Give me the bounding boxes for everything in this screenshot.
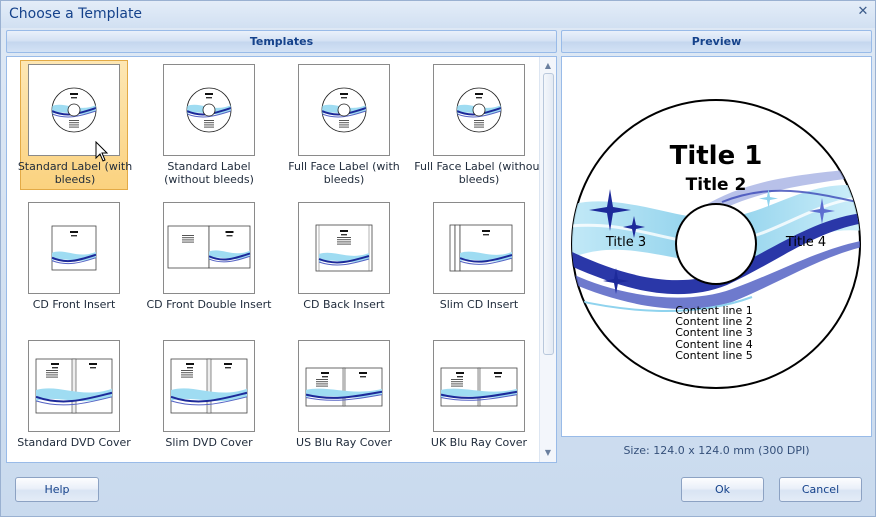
template-label: CD Front Insert [32, 298, 116, 311]
template-thumbnail-image [170, 358, 248, 414]
template-thumbnail-image [321, 87, 367, 133]
template-tile[interactable]: Full Face Label (without bleeds) [414, 60, 544, 190]
close-icon[interactable]: ✕ [856, 5, 870, 19]
template-label: Standard DVD Cover [17, 436, 131, 449]
template-thumbnail-image [51, 225, 97, 271]
template-label: Slim CD Insert [439, 298, 519, 311]
template-label: Full Face Label (with bleeds) [288, 160, 400, 186]
template-thumbnail-image [186, 87, 232, 133]
template-thumbnail-image [456, 87, 502, 133]
content-line: Content line 5 [675, 349, 753, 362]
template-thumbnail [433, 340, 525, 432]
template-tile[interactable]: US Blu Ray Cover [290, 336, 398, 466]
template-tile[interactable]: Standard Label (with bleeds) [18, 60, 132, 190]
template-tile[interactable]: CD Front Double Insert [147, 198, 272, 328]
templates-scrollbar[interactable]: ▲ ▼ [539, 57, 556, 462]
cancel-button[interactable]: Cancel [779, 477, 862, 502]
template-grid: Standard Label (with bleeds) Standard Lab… [7, 57, 544, 462]
template-label: CD Front Double Insert [146, 298, 272, 311]
template-tile[interactable]: Slim DVD Cover [155, 336, 263, 466]
title-bar: Choose a Template ✕ [1, 1, 875, 28]
template-label: UK Blu Ray Cover [430, 436, 528, 449]
templates-header: Templates [6, 30, 557, 53]
preview-panel: Title 1 Title 2 Title 3 Title 4 Content … [561, 56, 872, 437]
template-label: CD Back Insert [303, 298, 385, 311]
template-thumbnail-image [315, 224, 373, 272]
template-tile[interactable]: Full Face Label (with bleeds) [288, 60, 400, 190]
preview-title-2: Title 2 [686, 175, 747, 195]
scroll-up-arrow-icon[interactable]: ▲ [540, 59, 556, 73]
template-thumbnail [433, 202, 525, 294]
template-thumbnail-image [35, 358, 113, 414]
preview-title-1: Title 1 [670, 141, 763, 171]
size-info: Size: 124.0 x 124.0 mm (300 DPI) [623, 444, 810, 457]
template-label: US Blu Ray Cover [296, 436, 392, 449]
template-thumbnail [298, 202, 390, 294]
template-label: Standard Label (without bleeds) [164, 160, 254, 186]
template-thumbnail [28, 202, 120, 294]
template-tile[interactable]: Standard Label (without bleeds) [155, 60, 263, 190]
templates-list: Standard Label (with bleeds) Standard Lab… [6, 56, 557, 463]
scroll-thumb[interactable] [543, 73, 554, 355]
template-thumbnail [298, 340, 390, 432]
template-label: Full Face Label (without bleeds) [414, 160, 544, 186]
preview-title-3: Title 3 [605, 235, 646, 250]
template-thumbnail-image [440, 367, 518, 407]
template-thumbnail [163, 64, 255, 156]
template-thumbnail [298, 64, 390, 156]
template-thumbnail [28, 64, 120, 156]
template-thumbnail-image [167, 225, 251, 269]
template-label: Slim DVD Cover [165, 436, 253, 449]
template-thumbnail-image [449, 224, 513, 272]
preview-title-4: Title 4 [785, 235, 826, 250]
preview-disc: Title 1 Title 2 Title 3 Title 4 Content … [571, 99, 861, 389]
template-dialog: Choose a Template ✕ Templates Preview St… [0, 0, 876, 517]
template-tile[interactable]: CD Back Insert [290, 198, 398, 328]
ok-button[interactable]: Ok [681, 477, 764, 502]
template-thumbnail [28, 340, 120, 432]
help-button[interactable]: Help [15, 477, 99, 502]
template-tile[interactable]: Standard DVD Cover [17, 336, 131, 466]
template-thumbnail-image [305, 367, 383, 407]
template-tile[interactable]: UK Blu Ray Cover [425, 336, 533, 466]
template-thumbnail-image [51, 87, 97, 133]
window-title: Choose a Template [9, 6, 143, 22]
template-thumbnail [163, 340, 255, 432]
scroll-down-arrow-icon[interactable]: ▼ [540, 446, 556, 460]
preview-content-lines: Content line 1 Content line 2 Content li… [675, 304, 753, 362]
template-tile[interactable]: CD Front Insert [20, 198, 128, 328]
template-thumbnail [163, 202, 255, 294]
template-label: Standard Label (with bleeds) [17, 160, 133, 186]
template-thumbnail [433, 64, 525, 156]
preview-header: Preview [561, 30, 872, 53]
disc-hole [675, 203, 757, 285]
template-tile[interactable]: Slim CD Insert [425, 198, 533, 328]
